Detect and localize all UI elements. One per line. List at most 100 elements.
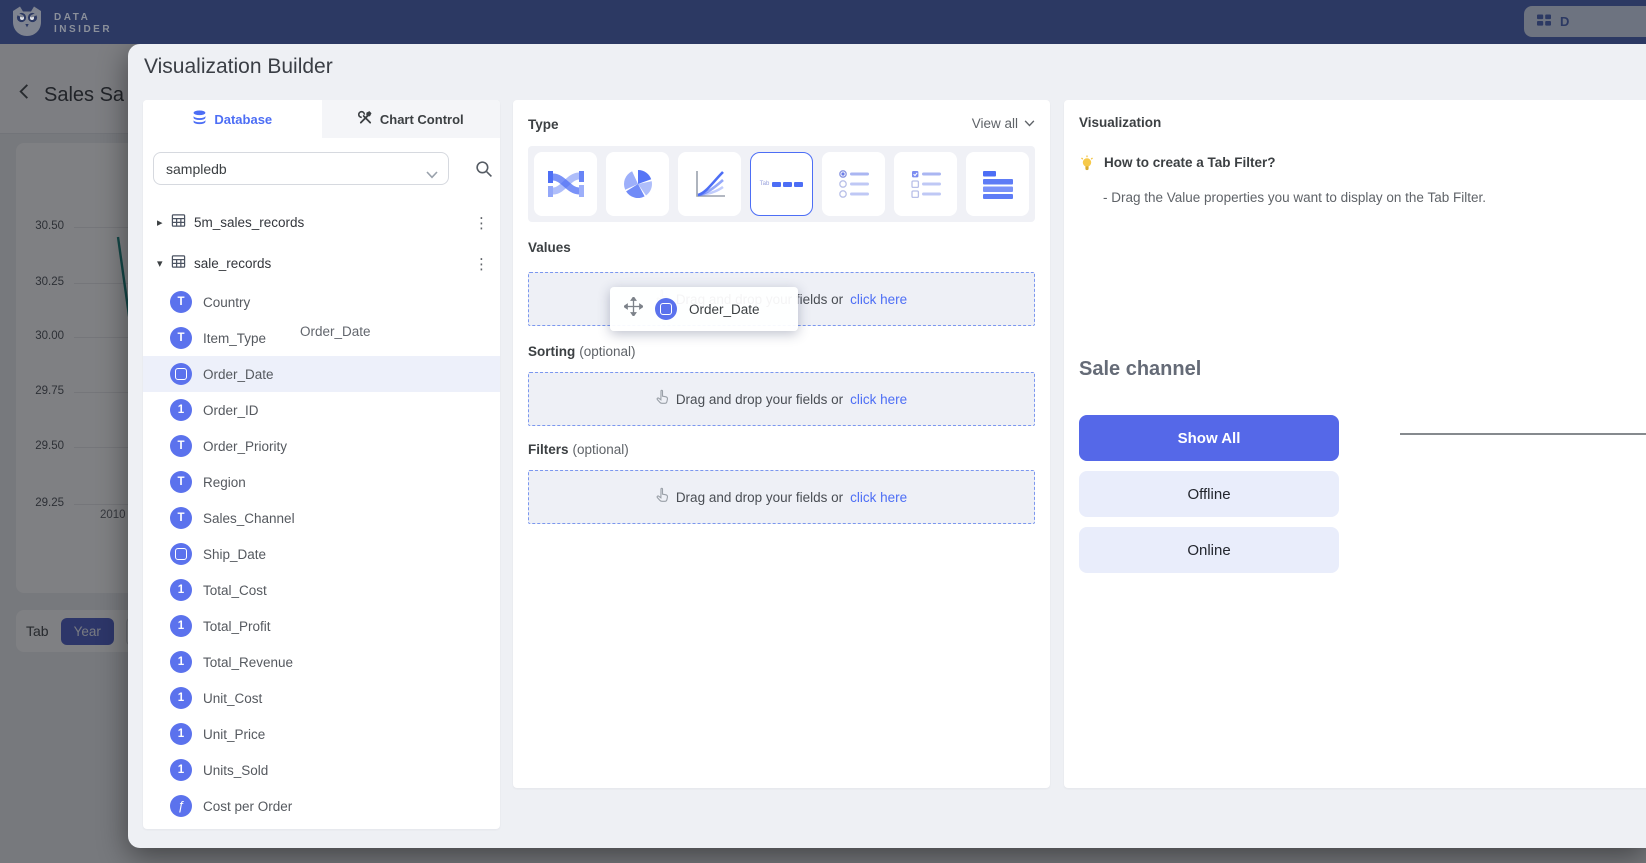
chart-type-table[interactable]	[966, 152, 1029, 216]
caret-collapsed-icon[interactable]: ▸	[157, 216, 171, 229]
panel-tabbar: Database Chart Control	[143, 100, 500, 138]
brand-line-2: INSIDER	[54, 24, 112, 36]
text-field-icon: T	[170, 291, 192, 313]
field-row-sales-channel[interactable]: T Sales_Channel	[143, 500, 500, 536]
drag-source-ghost: Order_Date	[300, 324, 371, 339]
chevron-down-icon[interactable]	[426, 166, 438, 184]
datasource-input[interactable]	[154, 161, 414, 177]
annotation-arrow	[1400, 426, 1646, 442]
sorting-dropzone[interactable]: Drag and drop your fields or click here	[528, 372, 1035, 426]
visualization-panel: Visualization How to create a Tab Filter…	[1064, 100, 1646, 788]
table-node-sale-records[interactable]: ▾ sale_records ⋮	[143, 243, 500, 284]
field-row-total-cost[interactable]: 1 Total_Cost	[143, 572, 500, 608]
owl-logo-icon	[10, 4, 44, 43]
field-label: Cost per Order	[203, 799, 292, 814]
field-row-country[interactable]: T Country	[143, 284, 500, 320]
table-chart-icon	[980, 167, 1016, 201]
date-field-icon	[170, 363, 192, 385]
field-row-cost-per-order[interactable]: ƒ Cost per Order	[143, 788, 500, 824]
filters-dropzone[interactable]: Drag and drop your fields or click here	[528, 470, 1035, 524]
dropzone-click-here-link[interactable]: click here	[850, 490, 907, 505]
field-row-ship-date[interactable]: Ship_Date	[143, 536, 500, 572]
number-field-icon: 1	[170, 723, 192, 745]
table-name: sale_records	[194, 256, 474, 271]
tip-title: How to create a Tab Filter?	[1104, 155, 1276, 177]
field-label: Ship_Date	[203, 547, 266, 562]
field-label: Order_Date	[203, 367, 274, 382]
field-row-order-date[interactable]: Order_Date	[143, 356, 500, 392]
dropzone-hint: Drag and drop your fields or	[676, 490, 843, 505]
caret-expanded-icon[interactable]: ▾	[157, 257, 171, 270]
chart-type-sankey[interactable]	[534, 152, 597, 216]
field-row-total-profit[interactable]: 1 Total_Profit	[143, 608, 500, 644]
datasource-search-row	[153, 152, 490, 185]
tip-row: How to create a Tab Filter?	[1079, 155, 1276, 177]
field-row-order-id[interactable]: 1 Order_ID	[143, 392, 500, 428]
dropzone-click-here-link[interactable]: click here	[850, 292, 907, 307]
values-section-label: Values	[528, 240, 571, 255]
field-label: Region	[203, 475, 246, 490]
field-row-units-sold[interactable]: 1 Units_Sold	[143, 752, 500, 788]
number-field-icon: 1	[170, 651, 192, 673]
tab-database-label: Database	[214, 112, 272, 127]
field-row-region[interactable]: T Region	[143, 464, 500, 500]
chart-type-line[interactable]	[678, 152, 741, 216]
tab-chart-control[interactable]: Chart Control	[322, 100, 501, 138]
view-all-button[interactable]: View all	[972, 116, 1035, 131]
hand-pointer-icon	[656, 389, 669, 409]
radio-list-icon	[836, 167, 872, 201]
filters-section-label: Filters(optional)	[528, 442, 629, 457]
hand-pointer-icon	[656, 487, 669, 507]
field-label: Total_Profit	[203, 619, 271, 634]
database-panel: Database Chart Control	[143, 100, 500, 829]
dragging-field-chip[interactable]: Order_Date	[610, 287, 798, 331]
more-options-icon[interactable]: ⋮	[474, 214, 488, 232]
expression-field-icon: ƒ	[170, 795, 192, 817]
field-label: Unit_Cost	[203, 691, 262, 706]
sorting-label: Sorting	[528, 344, 575, 359]
field-label: Country	[203, 295, 250, 310]
chart-type-checkbox-list[interactable]	[894, 152, 957, 216]
date-field-icon	[170, 543, 192, 565]
date-field-icon	[655, 298, 677, 320]
app-logo[interactable]: DATA INSIDER	[10, 4, 112, 43]
widget-title: Sale channel	[1079, 358, 1201, 381]
dropzone-click-here-link[interactable]: click here	[850, 392, 907, 407]
field-label: Units_Sold	[203, 763, 268, 778]
field-label: Unit_Price	[203, 727, 265, 742]
option-online[interactable]: Online	[1079, 527, 1339, 573]
lightbulb-icon	[1079, 155, 1095, 177]
brand-line-1: DATA	[54, 12, 112, 24]
field-row-total-revenue[interactable]: 1 Total_Revenue	[143, 644, 500, 680]
tab-filter-icon: Tab	[760, 181, 804, 187]
text-field-icon: T	[170, 507, 192, 529]
table-icon	[171, 254, 186, 274]
option-offline[interactable]: Offline	[1079, 471, 1339, 517]
chart-type-pie[interactable]	[606, 152, 669, 216]
more-options-icon[interactable]: ⋮	[474, 255, 488, 273]
type-section-label: Type	[528, 117, 559, 132]
text-field-icon: T	[170, 327, 192, 349]
field-label: Order_Priority	[203, 439, 287, 454]
optional-suffix: (optional)	[573, 442, 629, 457]
line-chart-icon	[692, 167, 728, 201]
chart-type-tab-filter[interactable]: Tab	[750, 152, 813, 216]
visualization-builder-modal: Visualization Builder Database	[128, 44, 1646, 848]
dashboard-mode-button[interactable]: D	[1524, 6, 1646, 37]
table-name: 5m_sales_records	[194, 215, 474, 230]
field-row-unit-price[interactable]: 1 Unit_Price	[143, 716, 500, 752]
text-field-icon: T	[170, 435, 192, 457]
field-row-unit-cost[interactable]: 1 Unit_Cost	[143, 680, 500, 716]
chart-type-radio-list[interactable]	[822, 152, 885, 216]
text-field-icon: T	[170, 471, 192, 493]
datasource-select[interactable]	[153, 152, 449, 185]
tab-database[interactable]: Database	[143, 100, 322, 138]
move-icon	[624, 297, 643, 321]
search-icon[interactable]	[475, 160, 493, 183]
table-node-5m-sales-records[interactable]: ▸ 5m_sales_records ⋮	[143, 202, 500, 243]
field-label: Item_Type	[203, 331, 266, 346]
field-row-order-priority[interactable]: T Order_Priority	[143, 428, 500, 464]
layout-grid-icon	[1536, 12, 1552, 31]
option-show-all[interactable]: Show All	[1079, 415, 1339, 461]
number-field-icon: 1	[170, 615, 192, 637]
